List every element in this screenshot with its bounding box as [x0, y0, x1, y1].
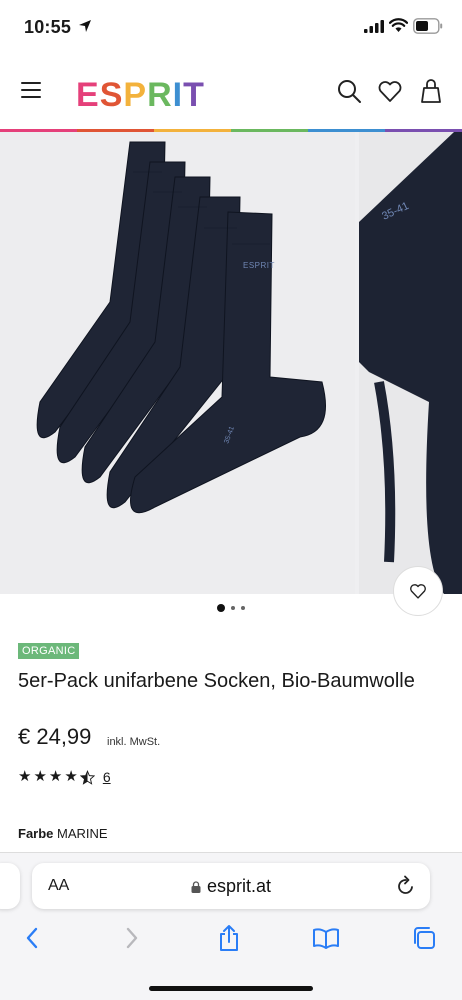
- status-time: 10:55: [24, 17, 72, 37]
- tabs-button[interactable]: [409, 923, 439, 953]
- status-bar: 10:55: [0, 0, 462, 56]
- product-image-main[interactable]: ESPRIT 35-41: [0, 132, 355, 594]
- site-header: ESPRIT: [0, 56, 462, 130]
- share-icon: [220, 925, 238, 951]
- color-value: MARINE: [57, 826, 108, 841]
- chevron-right-icon: [126, 927, 138, 949]
- chevron-left-icon: [26, 927, 38, 949]
- logo-letter: I: [172, 76, 184, 114]
- organic-badge: ORGANIC: [18, 643, 80, 659]
- sock-closeup-illustration: 35-41: [359, 132, 462, 594]
- star-icon: ★: [48, 768, 63, 785]
- address-bar[interactable]: AA esprit.at: [32, 863, 430, 909]
- half-star-icon: [79, 769, 95, 785]
- gallery-pagination[interactable]: [0, 604, 462, 612]
- previous-tab-preview[interactable]: [0, 863, 20, 909]
- browser-toolbar: [0, 923, 462, 959]
- star-icon: ★: [18, 768, 32, 785]
- search-icon[interactable]: [336, 78, 362, 104]
- tabs-icon: [414, 927, 435, 949]
- color-label: Farbe: [18, 826, 54, 841]
- bookmarks-button[interactable]: [311, 923, 341, 953]
- location-arrow-icon: [79, 20, 91, 32]
- review-count-link[interactable]: 6: [103, 769, 111, 785]
- logo-letter: P: [123, 76, 148, 114]
- lock-icon: [191, 881, 201, 893]
- heart-icon[interactable]: [377, 78, 403, 104]
- product-image-second[interactable]: 35-41: [359, 132, 462, 594]
- logo-letter: T: [183, 76, 205, 114]
- product-price: € 24,99: [18, 724, 92, 749]
- shopping-bag-icon[interactable]: [418, 78, 444, 104]
- logo-letter: S: [99, 76, 124, 114]
- esprit-logo[interactable]: ESPRIT: [76, 76, 205, 114]
- url-display[interactable]: esprit.at: [32, 876, 430, 897]
- socks-illustration: ESPRIT 35-41: [36, 141, 326, 514]
- sock-brand-print: ESPRIT: [243, 261, 275, 270]
- logo-letter: E: [76, 76, 100, 114]
- reload-icon[interactable]: [396, 875, 416, 897]
- wifi-icon: [389, 18, 408, 32]
- share-button[interactable]: [214, 923, 244, 953]
- forward-button[interactable]: [117, 923, 147, 953]
- home-indicator: [149, 986, 313, 991]
- url-text: esprit.at: [206, 876, 272, 896]
- hamburger-icon[interactable]: [21, 82, 41, 98]
- star-icon: ★: [64, 768, 78, 785]
- book-icon: [313, 928, 339, 949]
- pagination-dot[interactable]: [241, 606, 245, 610]
- logo-letter: R: [147, 76, 173, 114]
- back-button[interactable]: [17, 923, 47, 953]
- browser-bottom-bar: AA esprit.at: [0, 852, 462, 1000]
- star-icon: ★: [33, 768, 47, 785]
- pagination-dot[interactable]: [231, 606, 235, 610]
- product-title: 5er-Pack unifarbene Socken, Bio-Baumwoll…: [18, 670, 415, 692]
- cellular-signal-icon: [364, 20, 384, 33]
- pagination-dot[interactable]: [217, 604, 225, 612]
- tax-note: inkl. MwSt.: [107, 736, 161, 748]
- heart-icon: [410, 584, 426, 599]
- rating-stars[interactable]: ★ ★ ★ ★ 6: [18, 768, 111, 786]
- color-selection-label: Farbe MARINE: [18, 826, 108, 841]
- battery-icon: [413, 18, 443, 34]
- product-gallery[interactable]: ESPRIT 35-41 35-41: [0, 132, 462, 594]
